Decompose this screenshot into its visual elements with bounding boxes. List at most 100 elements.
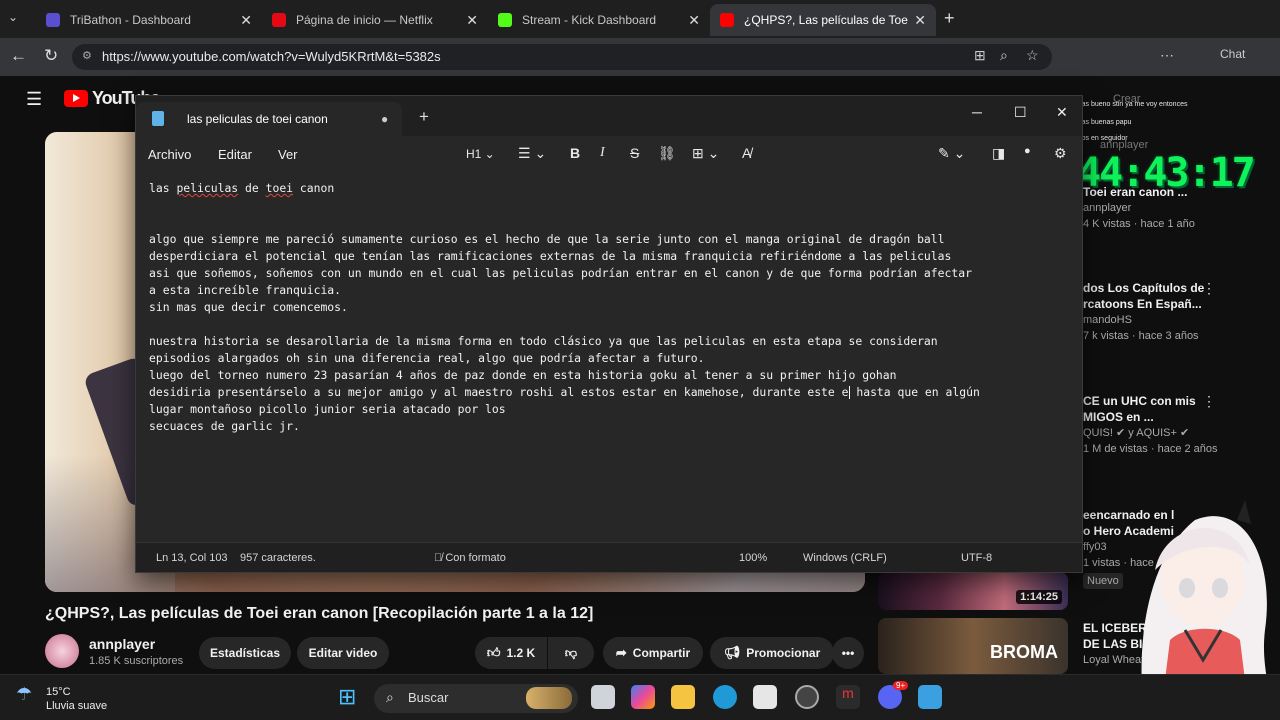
tab-tribathon[interactable]: TriBathon - Dashboard ✕: [36, 4, 262, 36]
edit-video-button[interactable]: Editar video: [297, 637, 389, 669]
weather-widget[interactable]: ☂ 15°C Lluvia suave: [16, 685, 107, 713]
tab-kick[interactable]: Stream - Kick Dashboard ✕: [488, 4, 710, 36]
subathon-timer: 144:43:17: [1055, 150, 1256, 196]
close-tab-icon[interactable]: ✕: [240, 12, 252, 29]
taskbar-search[interactable]: ⌕ Buscar: [374, 684, 578, 713]
file-explorer-icon[interactable]: [671, 685, 695, 709]
format-toggle[interactable]: Ａ̸ Con formato: [434, 552, 506, 564]
dislike-button[interactable]: 👎︎: [548, 637, 594, 669]
encoding[interactable]: UTF-8: [961, 552, 992, 564]
text-line: [149, 214, 1082, 231]
notepad-tab[interactable]: las peliculas de toei canon ●: [136, 102, 402, 136]
like-button[interactable]: 👍︎ 1.2 K: [475, 637, 547, 669]
hamburger-menu-icon[interactable]: ☰: [26, 89, 42, 110]
install-app-icon[interactable]: ⊞: [974, 47, 986, 64]
stats-button[interactable]: Estadísticas: [199, 637, 291, 669]
recommendation-item[interactable]: CE un UHC con mis MIGOS en ... QUIS! ✔ y…: [1083, 393, 1280, 457]
back-arrow-icon[interactable]: ←: [10, 46, 27, 66]
close-tab-icon[interactable]: ✕: [688, 12, 700, 29]
chat-message: Idonas buenas papu: [1068, 119, 1132, 126]
windows-taskbar: ☂ 15°C Lluvia suave ⊞ ⌕ Buscar m 9+: [0, 674, 1280, 720]
notepad-menubar: Archivo Editar Ver H1 ⌄ ☰ ⌄ B I S ⛓ ⊞ ⌄ …: [136, 136, 1082, 172]
zoom-level[interactable]: 100%: [739, 552, 767, 564]
menu-archivo[interactable]: Archivo: [148, 147, 191, 162]
rec-thumbnail[interactable]: 1:14:25: [878, 572, 1068, 610]
share-button[interactable]: ➦ Compartir: [603, 637, 703, 669]
promote-button[interactable]: 📢︎ Promocionar: [710, 637, 834, 669]
notification-badge: 9+: [893, 681, 909, 690]
table-icon[interactable]: ⊞ ⌄: [692, 145, 719, 162]
megaphone-icon: 📢︎: [723, 645, 741, 660]
menu-editar[interactable]: Editar: [218, 147, 252, 162]
rec-meta: 7 k vistas · hace 3 años: [1083, 330, 1199, 342]
app-m-icon[interactable]: m: [836, 685, 860, 709]
notepad-tab-title: las peliculas de toei canon: [187, 112, 328, 126]
unsaved-dot-icon[interactable]: ●: [381, 112, 388, 126]
text-line: sin mas que decir comencemos.: [149, 300, 348, 314]
zoom-icon[interactable]: ⌕: [1000, 47, 1008, 64]
rec-thumbnail[interactable]: BROMA: [878, 618, 1068, 674]
rec-title: CE un UHC con mis: [1083, 394, 1196, 408]
rec-menu-icon[interactable]: ⋮: [1202, 280, 1216, 297]
reload-icon[interactable]: ↻: [44, 46, 58, 66]
rec-title: dos Los Capítulos de: [1083, 281, 1205, 295]
new-tab-plus-icon[interactable]: +: [944, 8, 955, 29]
tab-netflix[interactable]: Página de inicio — Netflix ✕: [262, 4, 488, 36]
notepad-taskbar-icon[interactable]: [918, 685, 942, 709]
task-view-icon[interactable]: [591, 685, 615, 709]
text-line: lugar montañoso picollo junior seria ata…: [149, 402, 506, 416]
strikethrough-icon[interactable]: S: [630, 145, 639, 161]
line-ending[interactable]: Windows (CRLF): [803, 552, 887, 564]
list-format-icon[interactable]: ☰ ⌄: [518, 145, 546, 162]
tab-search-chevron-icon[interactable]: ⌄: [8, 10, 18, 24]
copilot-icon[interactable]: [631, 685, 655, 709]
bold-icon[interactable]: B: [570, 145, 580, 161]
cursor-position: Ln 13, Col 103: [156, 552, 228, 564]
heading-select[interactable]: H1 ⌄: [466, 147, 495, 161]
windows-start-icon[interactable]: ⊞: [338, 684, 356, 710]
recommendation-item[interactable]: dos Los Capítulos de rcatoons En Españ..…: [1083, 280, 1280, 344]
italic-icon[interactable]: I: [600, 145, 605, 161]
close-window-icon[interactable]: ✕: [1056, 104, 1068, 121]
link-icon[interactable]: ⛓: [658, 145, 676, 162]
text-line: asi que soñemos, soñemos con un mundo en…: [149, 266, 972, 280]
copilot-rewrite-icon[interactable]: ✎ ⌄: [938, 145, 965, 162]
format-label: Con formato: [445, 552, 506, 564]
bookmark-star-icon[interactable]: ☆: [1026, 47, 1039, 64]
account-icon[interactable]: ●: [1024, 145, 1031, 157]
search-icon: ⌕: [386, 689, 394, 705]
thumbs-down-icon: 👎︎: [564, 645, 578, 660]
clear-format-icon[interactable]: A̸: [742, 145, 751, 161]
new-badge: Nuevo: [1083, 573, 1123, 589]
store-icon[interactable]: [753, 685, 777, 709]
channel-avatar[interactable]: [45, 634, 79, 668]
minimize-icon[interactable]: ─: [972, 104, 982, 120]
youtube-favicon-icon: [720, 13, 734, 27]
tab-youtube-active[interactable]: ¿QHPS?, Las películas de Toei eran canon…: [710, 4, 936, 36]
misspelled-word: toei: [265, 181, 294, 195]
close-tab-icon[interactable]: ✕: [466, 12, 478, 29]
settings-gear-icon[interactable]: ⚙: [1054, 145, 1067, 162]
rec-title-line2: rcatoons En Españ...: [1083, 297, 1202, 311]
channel-name[interactable]: annplayer: [89, 636, 155, 652]
thumbnail-overlay-text: BROMA: [990, 642, 1058, 662]
close-tab-icon[interactable]: ✕: [914, 12, 926, 29]
site-info-icon[interactable]: ⚙: [82, 49, 92, 62]
thumbs-up-icon: 👍︎: [486, 645, 501, 660]
notepad-text-area[interactable]: las peliculas de toei canon algo que sie…: [136, 172, 1082, 542]
text-line: secuaces de garlic jr.: [149, 419, 300, 433]
edge-icon[interactable]: [713, 685, 737, 709]
maximize-icon[interactable]: ☐: [1014, 104, 1027, 121]
obs-icon[interactable]: [795, 685, 819, 709]
notepad-new-tab-icon[interactable]: +: [419, 107, 429, 127]
misspelled-word: peliculas: [176, 181, 239, 195]
menu-ver[interactable]: Ver: [278, 147, 298, 162]
url-input[interactable]: ⚙ https://www.youtube.com/watch?v=Wulyd5…: [72, 44, 1052, 70]
netflix-favicon-icon: [272, 13, 286, 27]
edit-video-label: Editar video: [308, 646, 378, 660]
rec-menu-icon[interactable]: ⋮: [1202, 393, 1216, 410]
markdown-icon[interactable]: ◨: [992, 145, 1005, 162]
kick-favicon-icon: [498, 13, 512, 27]
search-highlight-icon: [526, 687, 572, 709]
more-actions-button[interactable]: •••: [832, 637, 864, 669]
